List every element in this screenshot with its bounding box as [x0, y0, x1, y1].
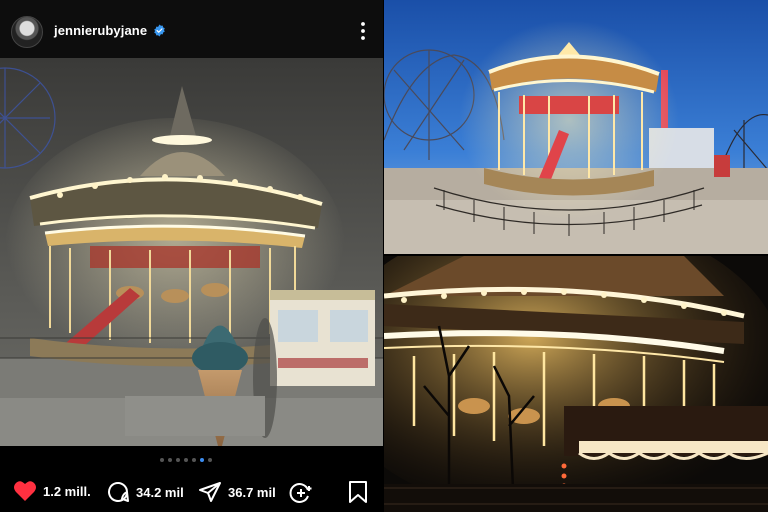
heart-icon[interactable]	[13, 480, 37, 502]
carousel-dot-active	[200, 458, 204, 462]
carousel-dot	[160, 458, 164, 462]
carousel-indicator	[160, 458, 212, 462]
carousel-dot	[192, 458, 196, 462]
carousel-dot	[168, 458, 172, 462]
bookmark-icon[interactable]	[348, 480, 368, 504]
comment-count: 34.2 mil	[136, 484, 184, 500]
username[interactable]: jennierubyjane	[54, 23, 147, 38]
post-photo-carousel[interactable]	[0, 58, 383, 446]
carousel-photo-image	[0, 58, 383, 446]
photo-carousel-night	[384, 256, 768, 512]
profile-avatar[interactable]	[11, 16, 43, 48]
like-action[interactable]: 1.2 mill.	[13, 480, 91, 502]
share-icon[interactable]	[198, 480, 222, 504]
photo-carousel-dusk	[384, 0, 768, 254]
post-header: jennierubyjane	[0, 0, 383, 58]
remix-icon[interactable]	[288, 480, 314, 506]
save-action[interactable]	[348, 480, 368, 504]
remix-action[interactable]	[288, 480, 314, 506]
like-count: 1.2 mill.	[43, 483, 91, 499]
carousel-dot	[208, 458, 212, 462]
instagram-post: jennierubyjane 1.2 mill. 34.2 mil 36.7 m…	[0, 0, 383, 512]
carousel-dot	[176, 458, 180, 462]
comment-icon[interactable]	[106, 480, 130, 504]
share-count: 36.7 mil	[228, 484, 276, 500]
share-action[interactable]: 36.7 mil	[198, 480, 276, 504]
more-vertical-icon[interactable]	[356, 20, 370, 42]
carousel-night-image	[384, 256, 768, 512]
carousel-dusk-image	[384, 0, 768, 254]
post-action-bar: 1.2 mill. 34.2 mil 36.7 mil	[0, 474, 383, 512]
carousel-dot	[184, 458, 188, 462]
comment-action[interactable]: 34.2 mil	[106, 480, 184, 504]
verified-badge-icon	[154, 24, 165, 37]
